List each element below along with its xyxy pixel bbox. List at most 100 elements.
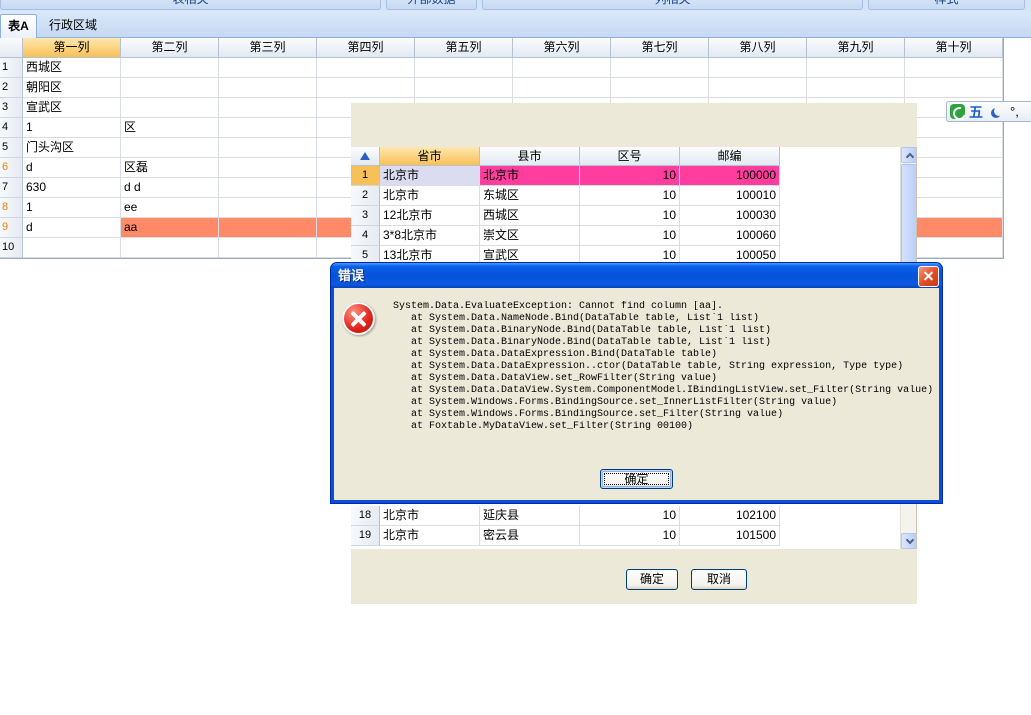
table-cell[interactable]: 1 — [23, 198, 121, 218]
table-cell[interactable]: 1 — [23, 118, 121, 138]
table-cell[interactable] — [905, 218, 1003, 238]
table-cell[interactable]: 宣武区 — [23, 98, 121, 118]
row-number[interactable]: 1 — [351, 166, 380, 186]
ime-status-bar[interactable]: 五 °, — [946, 101, 1031, 122]
table-cell[interactable] — [317, 58, 415, 78]
ribbon-group-style[interactable]: 样式 — [868, 0, 1025, 10]
column-header[interactable]: 第二列 — [121, 38, 219, 58]
table-cell[interactable]: 北京市 — [380, 526, 480, 546]
table-cell[interactable] — [905, 58, 1003, 78]
table-cell[interactable] — [219, 178, 317, 198]
table-cell[interactable] — [611, 58, 709, 78]
ribbon-group-external-data[interactable]: 外部数据 — [386, 0, 477, 10]
row-number[interactable]: 4 — [0, 118, 23, 138]
table-cell[interactable]: 10 — [580, 226, 680, 246]
ime-punctuation-label[interactable]: °, — [1010, 103, 1019, 121]
sogou-logo-icon[interactable] — [950, 104, 965, 119]
table-cell[interactable] — [709, 58, 807, 78]
row-number[interactable]: 1 — [0, 58, 23, 78]
row-number[interactable]: 4 — [351, 226, 380, 246]
table-cell[interactable]: 北京市 — [380, 166, 480, 186]
table-cell[interactable]: 密云县 — [480, 526, 580, 546]
table-cell[interactable]: 北京市 — [480, 166, 580, 186]
row-number[interactable]: 9 — [0, 218, 23, 238]
table-cell[interactable] — [219, 238, 317, 258]
table-cell[interactable]: 北京市 — [380, 186, 480, 206]
table-cell[interactable] — [23, 238, 121, 258]
table-cell[interactable]: 10 — [580, 166, 680, 186]
table-cell[interactable]: 北京市 — [380, 506, 480, 526]
table-cell[interactable] — [905, 198, 1003, 218]
column-header[interactable]: 邮编 — [680, 147, 780, 166]
table-cell[interactable] — [317, 78, 415, 98]
lookup-ok-button[interactable]: 确定 — [626, 569, 678, 590]
grid-corner[interactable] — [351, 147, 380, 166]
row-number[interactable]: 2 — [0, 78, 23, 98]
row-number[interactable]: 5 — [0, 138, 23, 158]
scroll-up-button[interactable] — [901, 147, 916, 163]
table-cell[interactable]: 10 — [580, 526, 680, 546]
table-cell[interactable] — [905, 158, 1003, 178]
table-row[interactable]: 19 北京市 密云县 10 101500 — [351, 526, 780, 546]
table-cell[interactable]: 东城区 — [480, 186, 580, 206]
table-cell[interactable] — [905, 78, 1003, 98]
column-header[interactable]: 区号 — [580, 147, 680, 166]
column-header[interactable]: 第三列 — [219, 38, 317, 58]
error-ok-button[interactable]: 确定 — [600, 469, 673, 489]
scroll-thumb[interactable] — [901, 164, 916, 274]
table-cell[interactable]: d d — [121, 178, 219, 198]
table-cell[interactable]: aa — [121, 218, 219, 238]
table-cell[interactable]: 门头沟区 — [23, 138, 121, 158]
row-number[interactable]: 7 — [0, 178, 23, 198]
table-row[interactable]: 18 北京市 延庆县 10 102100 — [351, 506, 780, 526]
table-cell[interactable] — [219, 78, 317, 98]
table-cell[interactable]: 10 — [580, 186, 680, 206]
table-cell[interactable] — [219, 118, 317, 138]
table-cell[interactable] — [219, 198, 317, 218]
table-cell[interactable] — [219, 158, 317, 178]
table-cell[interactable]: 12北京市 — [380, 206, 480, 226]
table-cell[interactable] — [121, 138, 219, 158]
table-cell[interactable] — [513, 58, 611, 78]
table-row[interactable]: 4 3*8北京市 崇文区 10 100060 — [351, 226, 780, 246]
table-cell[interactable] — [415, 58, 513, 78]
table-cell[interactable]: 西城区 — [23, 58, 121, 78]
table-cell[interactable] — [905, 138, 1003, 158]
table-cell[interactable] — [807, 58, 905, 78]
table-cell[interactable] — [905, 178, 1003, 198]
lookup-cancel-button[interactable]: 取消 — [691, 569, 747, 590]
table-cell[interactable]: 西城区 — [480, 206, 580, 226]
row-number[interactable]: 2 — [351, 186, 380, 206]
table-cell[interactable]: 10 — [580, 506, 680, 526]
table-cell[interactable] — [513, 78, 611, 98]
column-header[interactable]: 第七列 — [611, 38, 709, 58]
table-cell[interactable]: 崇文区 — [480, 226, 580, 246]
grid-corner[interactable] — [0, 38, 23, 58]
table-cell[interactable] — [121, 98, 219, 118]
table-cell[interactable]: 朝阳区 — [23, 78, 121, 98]
column-header[interactable]: 第六列 — [513, 38, 611, 58]
table-cell[interactable]: ee — [121, 198, 219, 218]
column-header[interactable]: 县市 — [480, 147, 580, 166]
table-cell[interactable] — [219, 218, 317, 238]
row-number[interactable]: 18 — [351, 506, 380, 526]
column-header[interactable]: 第五列 — [415, 38, 513, 58]
table-cell[interactable]: 100060 — [680, 226, 780, 246]
ime-mode-label[interactable]: 五 — [969, 103, 983, 121]
table-cell[interactable] — [709, 78, 807, 98]
row-number[interactable]: 6 — [0, 158, 23, 178]
table-cell[interactable] — [415, 78, 513, 98]
table-cell[interactable] — [219, 138, 317, 158]
sort-icon[interactable] — [360, 152, 370, 160]
table-row[interactable]: 1 西城区 — [0, 58, 1003, 78]
table-cell[interactable]: 100000 — [680, 166, 780, 186]
table-cell[interactable]: 100010 — [680, 186, 780, 206]
table-cell[interactable] — [121, 58, 219, 78]
column-header[interactable]: 第四列 — [317, 38, 415, 58]
table-cell[interactable]: d — [23, 158, 121, 178]
error-dialog-titlebar[interactable]: 错误 — [331, 263, 942, 288]
row-number[interactable]: 10 — [0, 238, 23, 258]
ribbon-group-table[interactable]: 表相关 — [0, 0, 381, 10]
close-icon[interactable] — [918, 266, 939, 287]
table-row[interactable]: 2 朝阳区 — [0, 78, 1003, 98]
